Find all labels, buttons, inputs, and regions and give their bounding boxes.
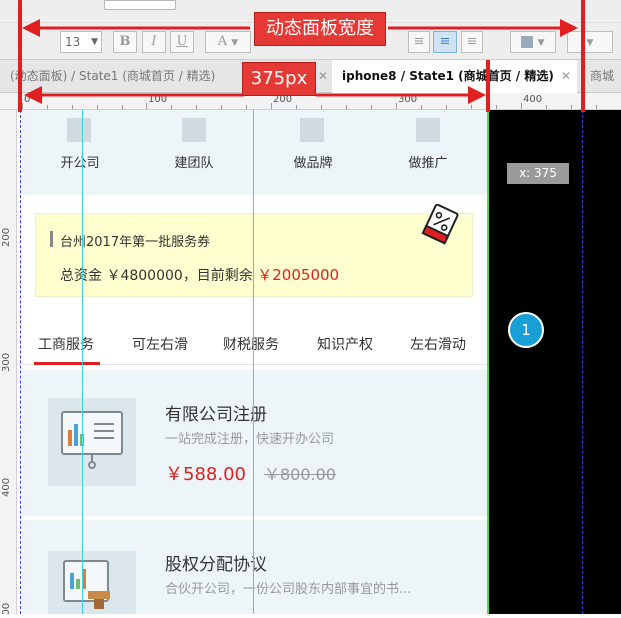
product-thumbnail xyxy=(48,551,136,614)
build-brand-icon[interactable] xyxy=(300,118,324,142)
tab-intellectual-property[interactable]: 知识产权 xyxy=(317,334,373,354)
coordinate-tooltip: x: 375 xyxy=(507,163,569,184)
ruler-label: 400 xyxy=(1,477,12,497)
vertical-ruler: 200 300 400 500 xyxy=(0,110,17,614)
total-value: ￥4800000 xyxy=(106,268,183,284)
tab-business-services[interactable]: 工商服务 xyxy=(38,334,94,354)
product-title: 股权分配协议 xyxy=(165,555,267,575)
promotion-icon[interactable] xyxy=(416,118,440,142)
coupon-percent-icon xyxy=(421,204,459,245)
menu-item-open-company[interactable]: 开公司 xyxy=(40,152,120,171)
blue-dashed-guide xyxy=(20,110,21,614)
product-old-price: ￥800.00 xyxy=(264,465,336,484)
product-subtitle: 合伙开公司，一份公司股东内部事宜的书... xyxy=(165,582,412,597)
tab-scroll-hint[interactable]: 可左右滑 xyxy=(132,334,188,354)
width-px-annotation: 375px xyxy=(242,62,316,96)
menu-item-build-team[interactable]: 建团队 xyxy=(154,152,234,171)
notice-accent-bar xyxy=(50,231,53,247)
build-team-icon[interactable] xyxy=(182,118,206,142)
active-tab-underline xyxy=(34,362,100,365)
open-company-icon[interactable] xyxy=(67,118,91,142)
menu-item-build-brand[interactable]: 做品牌 xyxy=(273,152,353,171)
blue-dashed-guide xyxy=(582,110,583,614)
product-title: 有限公司注册 xyxy=(165,405,267,425)
ruler-label: 200 xyxy=(1,227,12,247)
tab-tax-services[interactable]: 财税服务 xyxy=(223,334,279,354)
remain-value: ￥2005000 xyxy=(257,266,340,284)
notice-funds-line: 总资金 ￥4800000，目前剩余 ￥2005000 xyxy=(60,264,339,285)
total-label: 总资金 xyxy=(60,268,102,284)
product-price: ￥588.00 xyxy=(165,464,246,485)
remain-label: ，目前剩余 xyxy=(182,268,253,284)
cyan-guide-line[interactable] xyxy=(253,110,254,614)
marker-badge[interactable]: 1 xyxy=(508,312,544,348)
ruler-label: 300 xyxy=(1,352,12,372)
ruler-label: 500 xyxy=(1,602,12,614)
cyan-guide-line[interactable] xyxy=(82,110,83,614)
tab-swipe-hint[interactable]: 左右滑动 xyxy=(410,334,466,354)
canvas-outside-area xyxy=(489,110,621,614)
dynamic-panel-edge xyxy=(487,110,489,614)
chart-stamp-icon xyxy=(63,560,110,609)
panel-width-annotation: 动态面板宽度 xyxy=(254,12,386,46)
product-thumbnail xyxy=(48,398,136,486)
presentation-board-icon xyxy=(61,411,123,469)
menu-item-promotion[interactable]: 做推广 xyxy=(388,152,468,171)
product-subtitle: 一站完成注册，快速开办公司 xyxy=(165,432,335,447)
